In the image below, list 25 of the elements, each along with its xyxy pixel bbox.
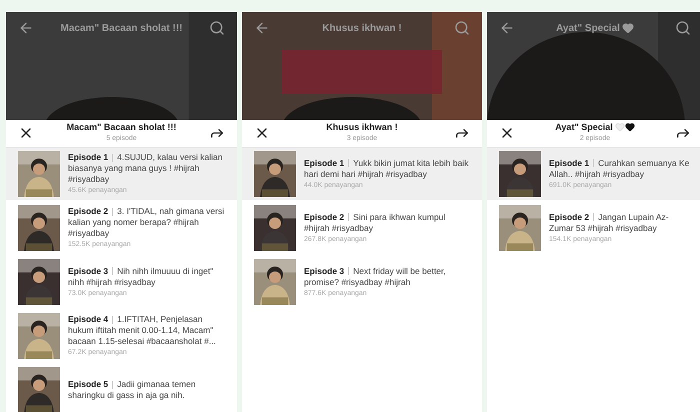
episode-description: Episode 5 Jadii gimanaa temen sharingku di gass in aja ga nih. — [68, 379, 197, 401]
back-icon[interactable] — [254, 20, 270, 36]
episode-description: Episode 3 Nih nihh ilmuuuu di inget" nihh #hijrah #risyadbay — [68, 266, 214, 288]
episode-description: Episode 2 Jangan Lupain Az-Zumar 53 #hijrah #risyadbay — [549, 212, 670, 234]
playlist-title: Macam" Bacaan sholat !!! — [60, 22, 182, 36]
sheet-title: Khusus ikhwan ! — [326, 120, 398, 134]
episode-description: Episode 4 1.IFTITAH, Penjelasan hukum iftitah menit 0.00-1.14, Macam" bacaan 1.15-selesai #bacaansholat #... — [68, 314, 217, 347]
back-icon[interactable] — [499, 20, 515, 36]
back-icon[interactable] — [18, 20, 34, 36]
search-icon[interactable] — [454, 20, 470, 36]
sheet-title: Macam" Bacaan sholat !!! — [66, 120, 176, 134]
search-icon[interactable] — [675, 20, 691, 36]
episode-description: Episode 2 3. I'TIDAL, nah gimana versi kalian yang nomer berapa? #hijrah #risyadbay — [68, 206, 225, 239]
episode-description: Episode 2 Sini para ikhwan kumpul #hijrah #risyadbay — [304, 212, 446, 234]
heart-icon — [614, 122, 625, 132]
episode-description: Episode 1 Yukk bikin jumat kita lebih baik hari demi hari #hijrah #risyadbay — [304, 158, 470, 180]
heart-icon — [622, 22, 634, 34]
episode-description: Episode 1 Curahkan semuanya Ke Allah.. #hijrah #risyadbay — [549, 158, 690, 180]
sheet-title: Ayat" Special — [555, 120, 613, 134]
heart-icon — [624, 122, 635, 132]
search-icon[interactable] — [209, 20, 225, 36]
episode-description: Episode 3 Next friday will be better, promise? #risyadbay #hijrah — [304, 266, 447, 288]
playlist-title: Ayat" Special — [556, 22, 620, 36]
playlist-title: Khusus ikhwan ! — [322, 22, 402, 36]
episode-description: Episode 1 4.SUJUD, kalau versi kalian biasanya yang mana guys ! #hijrah #risyadbay — [68, 152, 224, 185]
